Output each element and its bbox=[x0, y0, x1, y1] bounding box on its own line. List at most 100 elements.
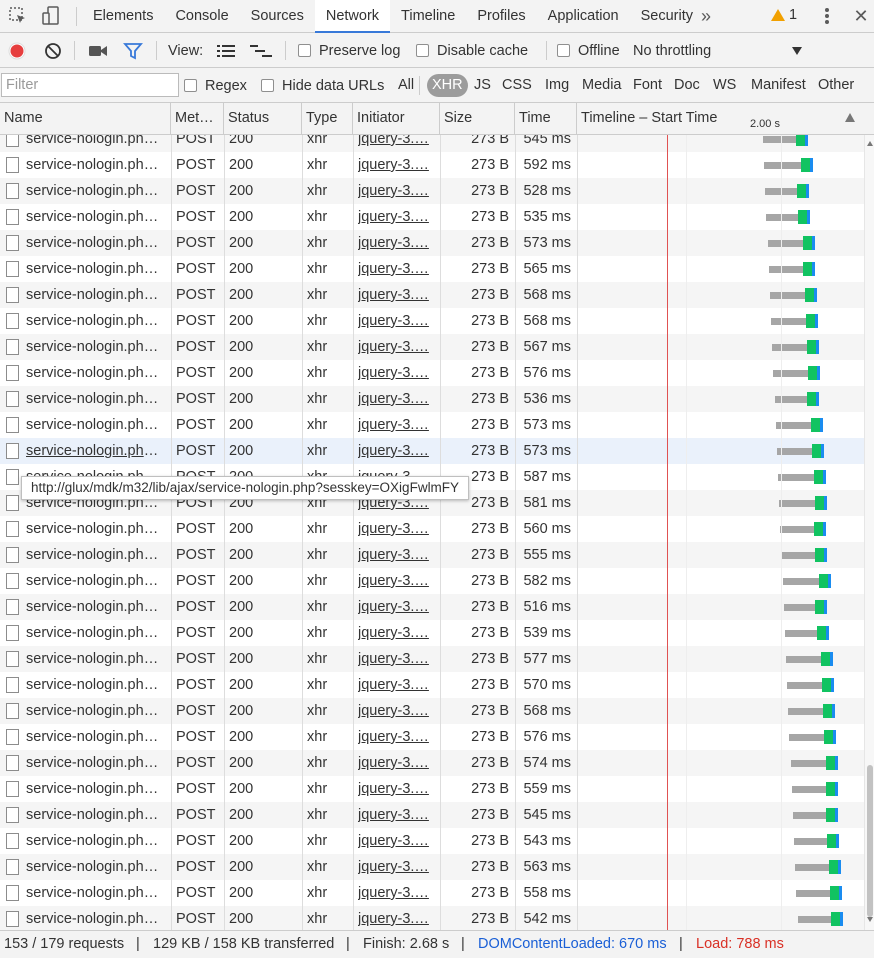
request-row[interactable]: service-nologin.php… POST 200 xhr jquery-3.…… bbox=[0, 802, 864, 828]
scroll-up-arrow-icon[interactable] bbox=[867, 141, 873, 146]
request-row[interactable]: service-nologin.php… POST 200 xhr jquery-3.…… bbox=[0, 724, 864, 750]
request-row[interactable]: service-nologin.php… POST 200 xhr jquery-3.…… bbox=[0, 776, 864, 802]
request-name[interactable]: service-nologin.php… bbox=[26, 360, 166, 386]
request-row[interactable]: service-nologin.php… POST 200 xhr jquery-3.…… bbox=[0, 698, 864, 724]
disable-cache-checkbox[interactable]: Disable cache bbox=[416, 33, 528, 68]
request-initiator[interactable]: jquery-3.… bbox=[358, 828, 434, 854]
column-header-initiator[interactable]: Initiator bbox=[353, 103, 440, 135]
request-initiator[interactable]: jquery-3.… bbox=[358, 360, 434, 386]
request-initiator[interactable]: jquery-3.… bbox=[358, 152, 434, 178]
request-row[interactable]: service-nologin.php… POST 200 xhr jquery-3.…… bbox=[0, 412, 864, 438]
request-name[interactable]: service-nologin.php… bbox=[26, 178, 166, 204]
request-initiator[interactable]: jquery-3.… bbox=[358, 256, 434, 282]
column-header-method[interactable]: Met… bbox=[171, 103, 224, 135]
request-row[interactable]: service-nologin.php… POST 200 xhr jquery-3.…… bbox=[0, 360, 864, 386]
request-initiator[interactable]: jquery-3.… bbox=[358, 230, 434, 256]
type-filter-manifest[interactable]: Manifest bbox=[747, 74, 810, 97]
request-initiator[interactable]: jquery-3.… bbox=[358, 542, 434, 568]
tab-elements[interactable]: Elements bbox=[82, 0, 164, 33]
request-row[interactable]: service-nologin.php… POST 200 xhr jquery-3.…… bbox=[0, 906, 864, 930]
request-row[interactable]: service-nologin.php… POST 200 xhr jquery-3.…… bbox=[0, 646, 864, 672]
request-initiator[interactable]: jquery-3.… bbox=[358, 568, 434, 594]
request-name[interactable]: service-nologin.php… bbox=[26, 334, 166, 360]
request-row[interactable]: service-nologin.php… POST 200 xhr jquery-3.…… bbox=[0, 672, 864, 698]
type-filter-font[interactable]: Font bbox=[629, 74, 666, 97]
preserve-log-checkbox[interactable]: Preserve log bbox=[298, 33, 400, 68]
request-name[interactable]: service-nologin.php… bbox=[26, 620, 166, 646]
request-row[interactable]: service-nologin.php… POST 200 xhr jquery-3.…… bbox=[0, 438, 864, 464]
request-initiator[interactable]: jquery-3.… bbox=[358, 646, 434, 672]
request-row[interactable]: service-nologin.php… POST 200 xhr jquery-3.…… bbox=[0, 828, 864, 854]
close-devtools-button[interactable]: ✕ bbox=[849, 4, 873, 28]
request-initiator[interactable]: jquery-3.… bbox=[358, 308, 434, 334]
request-name[interactable]: service-nologin.php… bbox=[26, 828, 166, 854]
filter-input[interactable] bbox=[1, 73, 179, 97]
tab-network[interactable]: Network bbox=[314, 0, 391, 33]
request-row[interactable]: service-nologin.php… POST 200 xhr jquery-3.…… bbox=[0, 516, 864, 542]
scroll-down-arrow-icon[interactable] bbox=[867, 917, 873, 922]
request-row[interactable]: service-nologin.php… POST 200 xhr jquery-3.…… bbox=[0, 204, 864, 230]
throttling-select[interactable]: No throttling bbox=[633, 33, 808, 68]
request-initiator[interactable]: jquery-3.… bbox=[358, 438, 434, 464]
request-name[interactable]: service-nologin.php… bbox=[26, 438, 166, 464]
vertical-scrollbar[interactable] bbox=[864, 135, 874, 930]
request-initiator[interactable]: jquery-3.… bbox=[358, 672, 434, 698]
request-row[interactable]: service-nologin.php… POST 200 xhr jquery-3.…… bbox=[0, 282, 864, 308]
tab-application[interactable]: Application bbox=[537, 0, 630, 33]
request-name[interactable]: service-nologin.php… bbox=[26, 698, 166, 724]
checkbox-box[interactable] bbox=[261, 79, 274, 92]
request-name[interactable]: service-nologin.php… bbox=[26, 135, 166, 152]
offline-checkbox[interactable]: Offline bbox=[557, 33, 620, 68]
request-row[interactable]: service-nologin.php… POST 200 xhr jquery-3.…… bbox=[0, 880, 864, 906]
request-name[interactable]: service-nologin.php… bbox=[26, 542, 166, 568]
request-initiator[interactable]: jquery-3.… bbox=[358, 776, 434, 802]
type-filter-ws[interactable]: WS bbox=[709, 74, 740, 97]
request-name[interactable]: service-nologin.php… bbox=[26, 672, 166, 698]
request-row[interactable]: service-nologin.php… POST 200 xhr jquery-3.…… bbox=[0, 308, 864, 334]
request-name[interactable]: service-nologin.php… bbox=[26, 594, 166, 620]
request-initiator[interactable]: jquery-3.… bbox=[358, 802, 434, 828]
type-filter-other[interactable]: Other bbox=[814, 74, 858, 97]
request-initiator[interactable]: jquery-3.… bbox=[358, 178, 434, 204]
tab-sources[interactable]: Sources bbox=[240, 0, 315, 33]
tab-profiles[interactable]: Profiles bbox=[466, 0, 536, 33]
request-initiator[interactable]: jquery-3.… bbox=[358, 620, 434, 646]
column-header-type[interactable]: Type bbox=[302, 103, 353, 135]
request-initiator[interactable]: jquery-3.… bbox=[358, 906, 434, 930]
warnings-counter[interactable]: 1 bbox=[771, 7, 797, 23]
request-row[interactable]: service-nologin.php… POST 200 xhr jquery-3.…… bbox=[0, 334, 864, 360]
request-name[interactable]: service-nologin.php… bbox=[26, 802, 166, 828]
request-name[interactable]: service-nologin.php… bbox=[26, 308, 166, 334]
request-name[interactable]: service-nologin.php… bbox=[26, 256, 166, 282]
request-initiator[interactable]: jquery-3.… bbox=[358, 412, 434, 438]
checkbox-box[interactable] bbox=[557, 44, 570, 57]
request-initiator[interactable]: jquery-3.… bbox=[358, 594, 434, 620]
request-row[interactable]: service-nologin.php… POST 200 xhr jquery-3.…… bbox=[0, 620, 864, 646]
request-name[interactable]: service-nologin.php… bbox=[26, 750, 166, 776]
overview-button[interactable] bbox=[250, 33, 272, 68]
request-row[interactable]: service-nologin.php… POST 200 xhr jquery-3.…… bbox=[0, 230, 864, 256]
tab-console[interactable]: Console bbox=[164, 0, 239, 33]
request-row[interactable]: service-nologin.php… POST 200 xhr jquery-3.…… bbox=[0, 152, 864, 178]
request-initiator[interactable]: jquery-3.… bbox=[358, 880, 434, 906]
request-name[interactable]: service-nologin.php… bbox=[26, 724, 166, 750]
request-initiator[interactable]: jquery-3.… bbox=[358, 282, 434, 308]
device-toolbar-icon[interactable] bbox=[39, 4, 63, 28]
screenshot-capture-button[interactable] bbox=[88, 33, 108, 68]
request-row[interactable]: service-nologin.php… POST 200 xhr jquery-3.…… bbox=[0, 750, 864, 776]
request-name[interactable]: service-nologin.php… bbox=[26, 230, 166, 256]
request-name[interactable]: service-nologin.php… bbox=[26, 386, 166, 412]
hide-data-urls-checkbox[interactable]: Hide data URLs bbox=[261, 68, 384, 103]
request-name[interactable]: service-nologin.php… bbox=[26, 854, 166, 880]
request-name[interactable]: service-nologin.php… bbox=[26, 776, 166, 802]
request-row[interactable]: service-nologin.php… POST 200 xhr jquery-3.…… bbox=[0, 568, 864, 594]
type-filter-css[interactable]: CSS bbox=[498, 74, 536, 97]
request-initiator[interactable]: jquery-3.… bbox=[358, 135, 434, 152]
type-filter-img[interactable]: Img bbox=[541, 74, 573, 97]
request-name[interactable]: service-nologin.php… bbox=[26, 516, 166, 542]
type-filter-js[interactable]: JS bbox=[470, 74, 495, 97]
tab-timeline[interactable]: Timeline bbox=[390, 0, 466, 33]
request-name[interactable]: service-nologin.php… bbox=[26, 568, 166, 594]
column-header-name[interactable]: Name bbox=[0, 103, 171, 135]
column-header-time[interactable]: Time bbox=[515, 103, 577, 135]
